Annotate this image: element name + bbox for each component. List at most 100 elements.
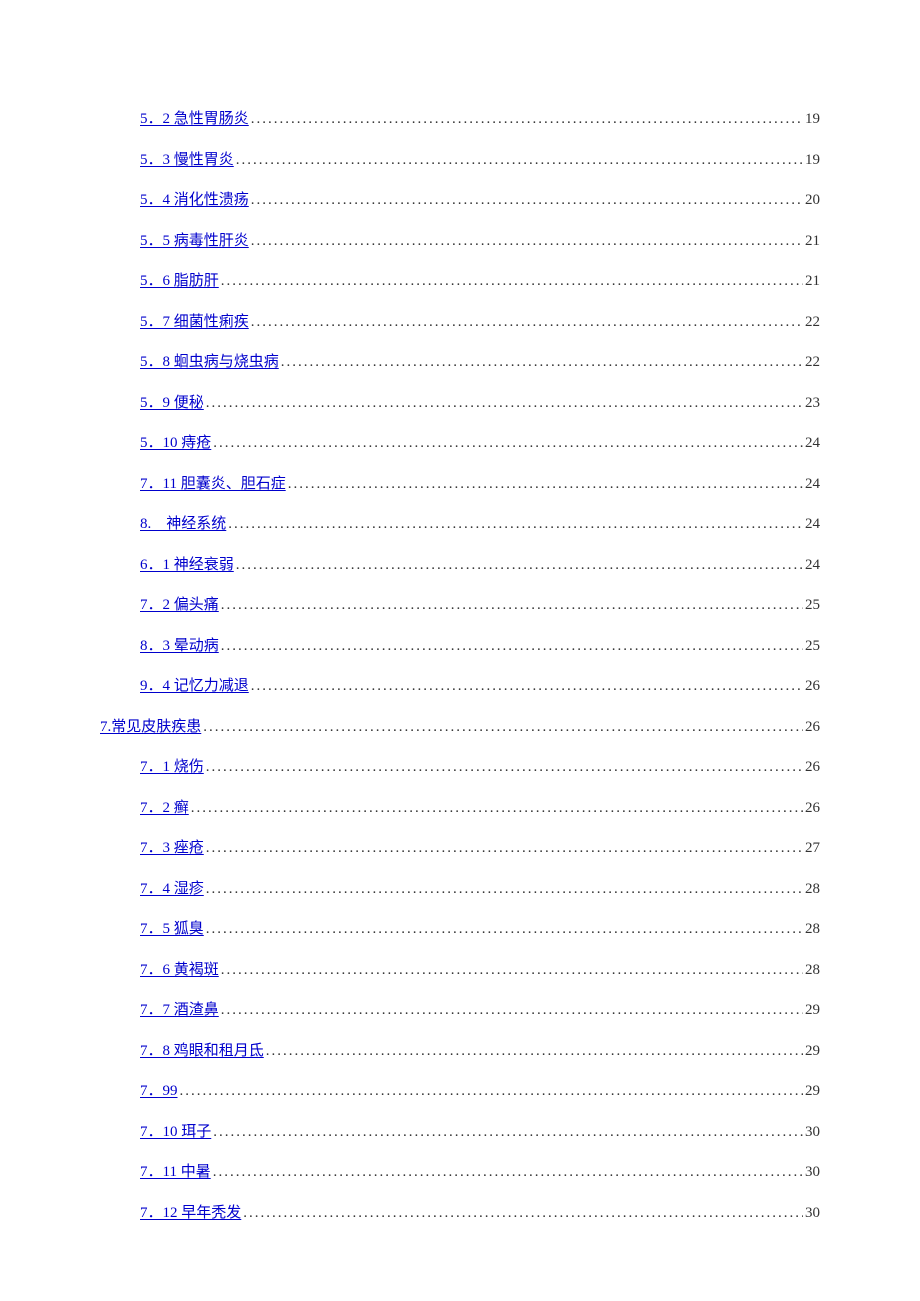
toc-entry-link[interactable]: 5．7 细菌性痢疾	[140, 313, 249, 333]
toc-entry: 7．7 酒渣鼻 29	[100, 1001, 820, 1021]
toc-entry-link[interactable]: 7.常见皮肤疾患	[100, 718, 201, 738]
toc-entry-link[interactable]: 5．4 消化性溃疡	[140, 191, 249, 211]
toc-entry-link[interactable]: 5．2 急性胃肠炎	[140, 110, 249, 130]
toc-page-number: 27	[805, 839, 820, 859]
toc-page-number: 21	[805, 272, 820, 292]
toc-entry: 7．4 湿疹 28	[100, 880, 820, 900]
toc-leader-dots	[288, 475, 803, 495]
toc-page-number: 29	[805, 1042, 820, 1062]
toc-entry-link[interactable]: 8．3 晕动病	[140, 637, 219, 657]
toc-entry: 7．11 胆囊炎、胆石症 24	[100, 475, 820, 495]
toc-entry-link[interactable]: 7．99	[140, 1082, 178, 1102]
toc-entry-link[interactable]: 5．6 脂肪肝	[140, 272, 219, 292]
toc-page-number: 24	[805, 434, 820, 454]
toc-leader-dots	[191, 799, 803, 819]
toc-entry-link[interactable]: 5．8 蛔虫病与烧虫病	[140, 353, 279, 373]
toc-entry-link[interactable]: 7．10 珥子	[140, 1123, 211, 1143]
toc-leader-dots	[251, 110, 803, 130]
toc-leader-dots	[228, 515, 803, 535]
toc-entry: 7．6 黄褐斑28	[100, 961, 820, 981]
toc-leader-dots	[251, 232, 803, 252]
toc-leader-dots	[206, 758, 803, 778]
toc-entry: 7．5 狐臭 28	[100, 920, 820, 940]
toc-entry: 8．3 晕动病 25	[100, 637, 820, 657]
toc-entry: 7．10 珥子 30	[100, 1123, 820, 1143]
toc-entry-link[interactable]: 7．2 癣	[140, 799, 189, 819]
toc-leader-dots	[251, 191, 803, 211]
toc-leader-dots	[206, 880, 803, 900]
toc-entry: 7．2 癣 26	[100, 799, 820, 819]
toc-entry-link[interactable]: 9．4 记忆力减退	[140, 677, 249, 697]
toc-entry-link[interactable]: 6．1 神经衰弱	[140, 556, 234, 576]
toc-page-number: 26	[805, 799, 820, 819]
toc-entry: 7．2 偏头痛25	[100, 596, 820, 616]
toc-entry: 5．3 慢性胃炎 19	[100, 151, 820, 171]
toc-leader-dots	[213, 1163, 803, 1183]
toc-entry-link[interactable]: 7．12 早年秃发	[140, 1204, 241, 1224]
toc-page-number: 25	[805, 637, 820, 657]
toc-page-number: 21	[805, 232, 820, 252]
toc-page-number: 20	[805, 191, 820, 211]
toc-entry-link[interactable]: 7．11 中暑	[140, 1163, 211, 1183]
toc-entry-link[interactable]: 7．5 狐臭	[140, 920, 204, 940]
toc-entry: 7．1 烧伤26	[100, 758, 820, 778]
toc-entry: 5．6 脂肪肝 21	[100, 272, 820, 292]
toc-entry-link[interactable]: 8. 神经系统	[140, 515, 226, 535]
toc-page-number: 19	[805, 151, 820, 171]
toc-page-number: 26	[805, 677, 820, 697]
toc-page-number: 30	[805, 1123, 820, 1143]
toc-entry-link[interactable]: 5．3 慢性胃炎	[140, 151, 234, 171]
toc-leader-dots	[221, 1001, 803, 1021]
toc-page-number: 22	[805, 353, 820, 373]
toc-entry-link[interactable]: 7．4 湿疹	[140, 880, 204, 900]
toc-leader-dots	[281, 353, 803, 373]
toc-entry-link[interactable]: 5．5 病毒性肝炎	[140, 232, 249, 252]
toc-leader-dots	[221, 596, 803, 616]
toc-entry: 7．11 中暑 30	[100, 1163, 820, 1183]
toc-leader-dots	[236, 556, 803, 576]
toc-entry: 6．1 神经衰弱 24	[100, 556, 820, 576]
toc-entry: 7．99 29	[100, 1082, 820, 1102]
toc-leader-dots	[221, 637, 803, 657]
toc-entry-link[interactable]: 7．2 偏头痛	[140, 596, 219, 616]
toc-entry-link[interactable]: 7．11 胆囊炎、胆石症	[140, 475, 286, 495]
toc-leader-dots	[203, 718, 803, 738]
toc-page-number: 30	[805, 1163, 820, 1183]
toc-page-number: 28	[805, 920, 820, 940]
toc-page-number: 28	[805, 880, 820, 900]
toc-leader-dots	[221, 272, 803, 292]
toc-page-number: 24	[805, 515, 820, 535]
toc-page-number: 30	[805, 1204, 820, 1224]
toc-entry: 5．4 消化性溃疡 20	[100, 191, 820, 211]
toc-entry: 5．10 痔疮 24	[100, 434, 820, 454]
toc-page-number: 24	[805, 475, 820, 495]
toc-page-number: 23	[805, 394, 820, 414]
toc-page-number: 29	[805, 1001, 820, 1021]
toc-page-number: 19	[805, 110, 820, 130]
toc-entry: 5．9 便秘 23	[100, 394, 820, 414]
toc-entry: 7．12 早年秃发 30	[100, 1204, 820, 1224]
toc-page-number: 24	[805, 556, 820, 576]
toc-leader-dots	[266, 1042, 803, 1062]
toc-entry-link[interactable]: 7．1 烧伤	[140, 758, 204, 778]
toc-entry-link[interactable]: 7．6 黄褐斑	[140, 961, 219, 981]
toc-leader-dots	[180, 1082, 803, 1102]
toc-leader-dots	[213, 434, 803, 454]
toc-entry: 5．2 急性胃肠炎 19	[100, 110, 820, 130]
toc-entry-link[interactable]: 7．8 鸡眼和租月氐	[140, 1042, 264, 1062]
toc-leader-dots	[243, 1204, 803, 1224]
toc-entry: 5．8 蛔虫病与烧虫病 22	[100, 353, 820, 373]
toc-page-number: 29	[805, 1082, 820, 1102]
toc-entry-link[interactable]: 5．9 便秘	[140, 394, 204, 414]
toc-entry: 7．3 痤疮 27	[100, 839, 820, 859]
toc-leader-dots	[206, 839, 803, 859]
toc-entry-link[interactable]: 7．3 痤疮	[140, 839, 204, 859]
toc-entry: 7．8 鸡眼和租月氐 29	[100, 1042, 820, 1062]
document-page: 5．2 急性胃肠炎 19 5．3 慢性胃炎 19 5．4 消化性溃疡 20 5．5 病毒性肝…	[0, 0, 920, 1301]
toc-leader-dots	[206, 920, 803, 940]
toc-page-number: 22	[805, 313, 820, 333]
toc-entry: 9．4 记忆力减退 26	[100, 677, 820, 697]
toc-leader-dots	[206, 394, 803, 414]
toc-entry-link[interactable]: 5．10 痔疮	[140, 434, 211, 454]
toc-entry-link[interactable]: 7．7 酒渣鼻	[140, 1001, 219, 1021]
